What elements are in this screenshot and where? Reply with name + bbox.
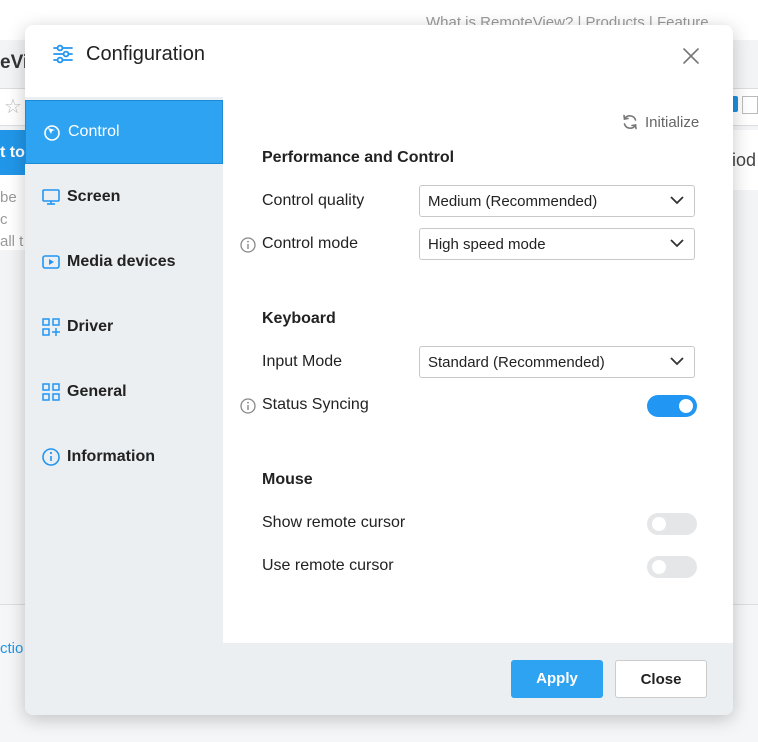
- show-remote-cursor-toggle[interactable]: [647, 513, 697, 535]
- section-title-performance: Performance and Control: [262, 149, 455, 166]
- settings-sidebar: Control Screen Media devices Driver Gene…: [25, 97, 223, 643]
- toggle-knob: [679, 399, 693, 413]
- info-icon[interactable]: [240, 237, 256, 253]
- sidebar-item-media-devices[interactable]: Media devices: [25, 230, 223, 294]
- toggle-knob: [652, 560, 666, 574]
- background-right-card: iod: [732, 130, 758, 190]
- status-syncing-toggle[interactable]: [647, 395, 697, 417]
- sidebar-item-control[interactable]: Control: [25, 100, 223, 164]
- star-icon[interactable]: ☆: [4, 94, 22, 119]
- input-mode-value: Standard (Recommended): [428, 354, 605, 371]
- info-icon: [41, 447, 61, 467]
- background-bottom-link[interactable]: ctio: [0, 640, 23, 657]
- close-button[interactable]: Close: [615, 660, 707, 698]
- initialize-button[interactable]: Initialize: [621, 113, 699, 131]
- control-mode-label: Control mode: [262, 235, 359, 252]
- status-syncing-label: Status Syncing: [262, 396, 369, 413]
- background-card-line-2: all t: [0, 233, 24, 250]
- sidebar-item-information[interactable]: Information: [25, 425, 223, 489]
- input-mode-select[interactable]: Standard (Recommended): [419, 346, 695, 378]
- toggle-knob: [652, 517, 666, 531]
- monitor-icon: [41, 187, 61, 207]
- background-card-line-1: be c: [0, 189, 17, 228]
- background-banner: t to: [0, 130, 26, 175]
- initialize-label: Initialize: [645, 113, 700, 131]
- sidebar-item-general[interactable]: General: [25, 360, 223, 424]
- show-remote-cursor-label: Show remote cursor: [262, 514, 406, 531]
- dialog-footer: Apply Close: [25, 643, 733, 715]
- section-title-mouse: Mouse: [262, 471, 313, 488]
- background-card: be c all t: [0, 175, 26, 250]
- use-remote-cursor-toggle[interactable]: [647, 556, 697, 578]
- chevron-down-icon: [670, 239, 684, 248]
- cursor-icon: [42, 122, 62, 142]
- grid-icon: [41, 382, 61, 402]
- apply-button[interactable]: Apply: [511, 660, 603, 698]
- info-icon[interactable]: [240, 398, 256, 414]
- control-quality-value: Medium (Recommended): [428, 193, 598, 210]
- sidebar-item-label: Media devices: [67, 253, 176, 270]
- use-remote-cursor-label: Use remote cursor: [262, 557, 394, 574]
- background-list-view-icon[interactable]: [742, 96, 758, 114]
- sidebar-item-label: General: [67, 383, 127, 400]
- sidebar-item-label: Screen: [67, 188, 121, 205]
- input-mode-label: Input Mode: [262, 353, 343, 370]
- sidebar-item-screen[interactable]: Screen: [25, 165, 223, 229]
- close-icon[interactable]: [680, 45, 702, 67]
- sidebar-item-label: Driver: [67, 318, 114, 335]
- driver-icon: [41, 317, 61, 337]
- control-quality-select[interactable]: Medium (Recommended): [419, 185, 695, 217]
- control-mode-select[interactable]: High speed mode: [419, 228, 695, 260]
- sidebar-item-label: Control: [68, 123, 120, 140]
- chevron-down-icon: [670, 357, 684, 366]
- sidebar-item-driver[interactable]: Driver: [25, 295, 223, 359]
- refresh-icon: [623, 114, 637, 130]
- chevron-down-icon: [670, 196, 684, 205]
- configuration-dialog: Configuration Control Screen Media devic…: [25, 25, 733, 715]
- settings-content: Initialize Performance and Control Contr…: [223, 97, 733, 643]
- media-icon: [41, 252, 61, 272]
- sidebar-item-label: Information: [67, 448, 155, 465]
- dialog-title: Configuration: [86, 43, 205, 65]
- dialog-header: Configuration: [25, 25, 733, 97]
- background-page-title: eVi: [0, 52, 29, 73]
- control-mode-value: High speed mode: [428, 236, 546, 253]
- settings-sliders-icon: [53, 44, 73, 64]
- control-quality-label: Control quality: [262, 192, 365, 209]
- section-title-keyboard: Keyboard: [262, 310, 336, 327]
